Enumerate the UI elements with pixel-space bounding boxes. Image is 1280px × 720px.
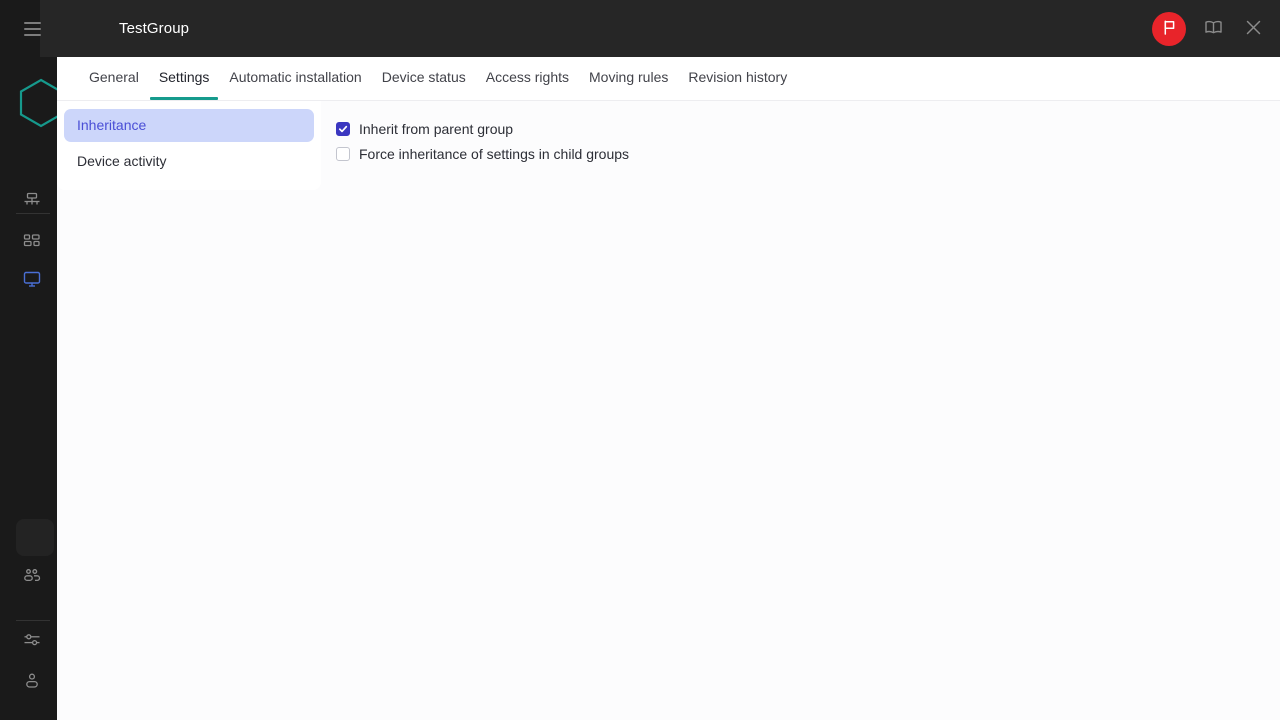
window-header: TestGroup <box>40 0 1280 57</box>
sidebar-active-highlight <box>16 519 54 556</box>
page-title: TestGroup <box>119 0 189 57</box>
flag-icon <box>1161 19 1178 39</box>
inheritance-settings-pane: Inherit from parent group Force inherita… <box>336 117 1036 166</box>
force-inheritance-checkbox[interactable] <box>336 147 350 161</box>
tab-revision-history[interactable]: Revision history <box>678 57 797 100</box>
main-content: General Settings Automatic installation … <box>57 57 1280 720</box>
sidebar-item-servers[interactable] <box>19 188 45 214</box>
force-inheritance-label[interactable]: Force inheritance of settings in child g… <box>359 146 629 162</box>
grid-blocks-icon <box>22 232 42 252</box>
settings-subnav: Inheritance Device activity <box>57 101 321 190</box>
sidebar-item-settings[interactable] <box>19 627 45 653</box>
tab-bar: General Settings Automatic installation … <box>57 57 1280 101</box>
application-window: TestGroup <box>0 0 1280 720</box>
checkbox-row-inherit-from-parent: Inherit from parent group <box>336 117 1036 141</box>
person-icon <box>22 671 42 691</box>
sidebar-item-dashboard[interactable] <box>19 229 45 255</box>
tab-device-status[interactable]: Device status <box>372 57 476 100</box>
book-icon <box>1204 18 1223 40</box>
rail-divider-bottom <box>16 620 50 621</box>
flag-button[interactable] <box>1152 12 1186 46</box>
sidebar-item-users[interactable] <box>19 563 45 589</box>
settings-body: Inheritance Device activity Inherit from… <box>57 101 1280 720</box>
sliders-icon <box>22 630 42 650</box>
close-button[interactable] <box>1240 16 1266 42</box>
left-sidebar-rail <box>0 0 57 720</box>
help-book-button[interactable] <box>1200 16 1226 42</box>
close-icon <box>1244 18 1263 40</box>
checkbox-row-force-inheritance: Force inheritance of settings in child g… <box>336 142 1036 166</box>
tab-automatic-installation[interactable]: Automatic installation <box>219 57 371 100</box>
sidebar-item-device-activity[interactable]: Device activity <box>64 145 314 178</box>
sidebar-item-devices[interactable] <box>19 266 45 292</box>
hamburger-icon[interactable] <box>24 22 41 35</box>
sidebar-item-inheritance[interactable]: Inheritance <box>64 109 314 142</box>
header-actions <box>1152 0 1266 57</box>
sidebar-item-account[interactable] <box>19 668 45 694</box>
server-network-icon <box>22 191 42 211</box>
tab-settings[interactable]: Settings <box>149 57 220 100</box>
tab-access-rights[interactable]: Access rights <box>476 57 579 100</box>
inherit-from-parent-group-checkbox[interactable] <box>336 122 350 136</box>
rail-divider-top <box>16 213 50 214</box>
users-group-icon <box>22 566 42 586</box>
monitor-icon <box>22 269 42 289</box>
tab-general[interactable]: General <box>79 57 149 100</box>
tab-moving-rules[interactable]: Moving rules <box>579 57 678 100</box>
inherit-from-parent-group-label[interactable]: Inherit from parent group <box>359 121 513 137</box>
